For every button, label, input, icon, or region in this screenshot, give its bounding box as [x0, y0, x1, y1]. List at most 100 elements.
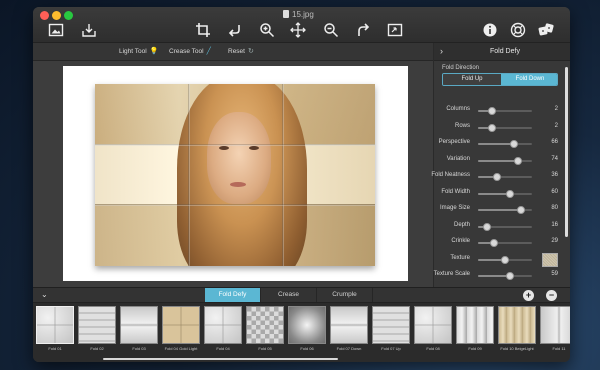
dice-icon[interactable]	[538, 22, 554, 38]
reset-icon: ↻	[247, 48, 254, 55]
help-icon[interactable]	[510, 22, 526, 38]
preset-thumbnails: Fold 01 Fold 02 Fold 03 Fold 04 Gold Light F…	[35, 305, 570, 357]
preset-thumbnail-image	[204, 306, 242, 344]
minimize-window-button[interactable]	[52, 11, 61, 20]
depth-label: Depth	[453, 221, 470, 228]
fold-width-slider-knob[interactable]	[506, 189, 515, 198]
preset-caption: Fold 06	[300, 346, 314, 351]
texture-scale-slider[interactable]	[478, 272, 532, 280]
reset-label: Reset	[228, 48, 245, 55]
preset-thumbnail[interactable]: Fold 04	[203, 305, 243, 357]
perspective-slider[interactable]	[478, 140, 532, 148]
preset-thumbnail[interactable]: Fold 03	[119, 305, 159, 357]
preset-thumbnail[interactable]: Fold 07 Up	[371, 305, 411, 357]
rows-value: 2	[554, 122, 558, 129]
document-title: 15.jpg	[283, 10, 314, 19]
preset-caption: Fold 07 Up	[381, 346, 401, 351]
depth-slider-knob[interactable]	[482, 222, 491, 231]
texture-swatch[interactable]	[542, 252, 558, 267]
preset-thumbnail[interactable]: Fold 04 Gold Light	[161, 305, 201, 357]
rows-slider-knob[interactable]	[487, 123, 496, 132]
title-bar: 15.jpg	[33, 7, 570, 43]
image-size-label: Image Size	[439, 205, 470, 211]
texture-slider-knob[interactable]	[501, 255, 509, 264]
preset-thumbnail[interactable]: Fold 05	[245, 305, 285, 357]
preset-thumbnail[interactable]: Fold 11	[539, 305, 570, 357]
rows-slider[interactable]	[478, 123, 532, 132]
columns-slider[interactable]	[478, 107, 532, 115]
undo-icon[interactable]	[227, 22, 243, 38]
preset-thumbnail[interactable]: Fold 09	[455, 305, 495, 357]
image-size-slider-knob[interactable]	[517, 206, 526, 214]
add-preset-button[interactable]: +	[523, 290, 534, 301]
remove-preset-button[interactable]: −	[546, 290, 557, 301]
lightbulb-icon: 💡	[149, 48, 159, 55]
preset-scrollbar[interactable]	[103, 358, 338, 360]
zoom-window-button[interactable]	[64, 11, 73, 20]
tab-fold-defy[interactable]: Fold Defy	[205, 288, 261, 302]
tab-crease[interactable]: Crease	[261, 288, 317, 302]
preset-thumbnail-image	[288, 306, 326, 344]
zoom-out-icon[interactable]	[323, 22, 339, 38]
app-window: 15.jpg Light Tool 💡 Crease Tool ╱ Reset …	[33, 7, 570, 362]
fold-neatness-slider-knob[interactable]	[493, 173, 502, 181]
preset-thumbnail[interactable]: Fold 01	[35, 305, 75, 357]
columns-slider-knob[interactable]	[487, 107, 496, 115]
fold-down-button[interactable]: Fold Down	[501, 74, 557, 85]
preset-thumbnail-image	[456, 306, 494, 344]
preset-caption: Fold 03	[132, 346, 146, 351]
sidebar-scrollbar[interactable]	[565, 67, 568, 237]
chevron-right-icon[interactable]: ›	[440, 46, 443, 56]
depth-slider[interactable]	[478, 222, 532, 231]
fold-up-button[interactable]: Fold Up	[443, 74, 501, 85]
fold-width-value: 60	[551, 188, 558, 195]
variation-slider-knob[interactable]	[513, 156, 522, 165]
close-window-button[interactable]	[40, 11, 49, 20]
fold-neatness-label: Fold Neatness	[431, 172, 470, 178]
fold-width-slider[interactable]	[478, 189, 532, 198]
fit-screen-icon[interactable]	[387, 22, 403, 38]
crinkle-slider[interactable]	[478, 239, 532, 247]
fold-width-label: Fold Width	[441, 188, 470, 195]
image-canvas[interactable]	[33, 61, 433, 287]
texture-slider[interactable]	[478, 255, 532, 264]
crease-pen-icon: ╱	[206, 48, 211, 55]
texture-scale-slider-knob[interactable]	[505, 272, 514, 280]
import-icon[interactable]	[81, 22, 97, 38]
texture-scale-label: Texture Scale	[433, 271, 470, 277]
preset-thumbnail[interactable]: Fold 07 Down	[329, 305, 369, 357]
fold-direction-label: Fold Direction	[442, 65, 480, 71]
tool-subbar: Light Tool 💡 Crease Tool ╱ Reset ↻	[33, 43, 433, 61]
fold-neatness-slider[interactable]	[478, 173, 532, 181]
image-size-slider[interactable]	[478, 206, 532, 214]
crop-icon[interactable]	[195, 22, 211, 38]
redo-icon[interactable]	[355, 22, 371, 38]
perspective-label: Perspective	[438, 139, 470, 145]
info-icon[interactable]	[482, 22, 498, 38]
preset-thumbnail-image	[330, 306, 368, 344]
crease-tool-button[interactable]: Crease Tool ╱	[169, 47, 211, 55]
zoom-in-icon[interactable]	[259, 22, 275, 38]
sidebar-title: Fold Defy	[490, 48, 520, 55]
crinkle-slider-knob[interactable]	[489, 239, 498, 247]
variation-slider[interactable]	[478, 156, 532, 165]
param-row: Columns 2	[434, 104, 564, 116]
preset-thumbnail[interactable]: Fold 08	[413, 305, 453, 357]
light-tool-button[interactable]: Light Tool 💡	[119, 47, 158, 55]
reset-button[interactable]: Reset ↻	[228, 47, 254, 55]
param-row: Texture	[434, 252, 564, 267]
chevron-down-icon[interactable]: ⌄	[41, 290, 48, 299]
image-icon[interactable]	[48, 22, 64, 38]
param-row: Rows 2	[434, 121, 564, 133]
param-row: Fold Neatness 36	[431, 170, 564, 182]
tab-crumple[interactable]: Crumple	[317, 288, 373, 302]
preset-thumbnail[interactable]: Fold 06	[287, 305, 327, 357]
preset-thumbnail[interactable]: Fold 10 BeigeLight	[497, 305, 537, 357]
move-icon[interactable]	[290, 22, 306, 38]
preset-thumbnail[interactable]: Fold 02	[77, 305, 117, 357]
preset-caption: Fold 02	[90, 346, 104, 351]
rows-label: Rows	[454, 122, 470, 129]
preset-caption: Fold 04 Gold Light	[164, 346, 198, 351]
perspective-slider-knob[interactable]	[509, 140, 518, 148]
preset-caption: Fold 11	[552, 346, 566, 351]
